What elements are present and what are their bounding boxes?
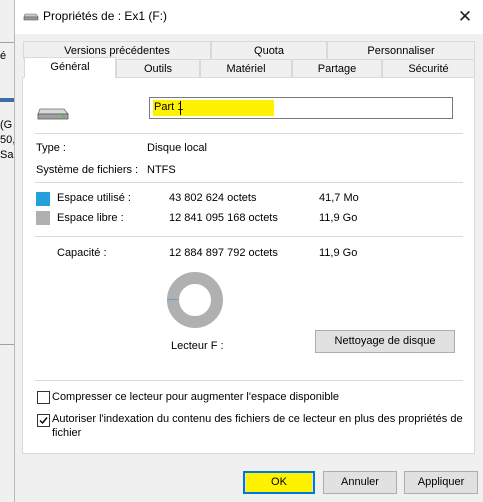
type-label: Type : bbox=[36, 142, 66, 154]
index-label-line1: Autoriser l'indexation du contenu des fi… bbox=[52, 413, 463, 425]
used-space-size: 41,7 Mo bbox=[319, 192, 359, 204]
bg-text-3: 50, bbox=[0, 134, 16, 146]
ok-button[interactable]: OK bbox=[243, 471, 315, 494]
properties-dialog: Propriétés de : Ex1 (F:) ✕ Versions préc… bbox=[14, 0, 483, 502]
title-bar: Propriétés de : Ex1 (F:) ✕ bbox=[15, 0, 483, 34]
index-checkbox[interactable] bbox=[37, 414, 50, 427]
type-value: Disque local bbox=[147, 142, 207, 154]
tab-securite[interactable]: Sécurité bbox=[382, 59, 475, 77]
filesystem-label: Système de fichiers : bbox=[36, 164, 139, 176]
cancel-button[interactable]: Annuler bbox=[323, 471, 397, 494]
free-space-swatch bbox=[36, 211, 50, 225]
tab-outils[interactable]: Outils bbox=[116, 59, 200, 77]
close-icon: ✕ bbox=[457, 7, 473, 26]
bg-title-strip bbox=[0, 98, 14, 102]
filesystem-value: NTFS bbox=[147, 164, 176, 176]
free-space-arc bbox=[167, 272, 223, 328]
separator bbox=[35, 380, 463, 381]
tab-label: Personnaliser bbox=[367, 45, 435, 57]
tab-label: Sécurité bbox=[408, 63, 449, 75]
drive-large-icon bbox=[37, 108, 69, 120]
free-space-bytes: 12 841 095 168 octets bbox=[169, 212, 278, 224]
tab-label: Matériel bbox=[226, 63, 266, 75]
close-button[interactable]: ✕ bbox=[447, 0, 483, 34]
free-space-size: 11,9 Go bbox=[319, 212, 358, 224]
tab-materiel[interactable]: Matériel bbox=[200, 59, 292, 77]
drive-icon bbox=[23, 13, 39, 21]
dialog-title: Propriétés de : Ex1 (F:) bbox=[43, 9, 168, 23]
bg-text-1: é bbox=[0, 50, 7, 62]
bg-text-2: (G bbox=[0, 119, 13, 131]
tab-label: Général bbox=[50, 61, 90, 73]
ok-label: OK bbox=[246, 473, 312, 492]
capacity-bytes: 12 884 897 792 octets bbox=[169, 247, 278, 259]
tab-general[interactable]: Général bbox=[24, 57, 116, 78]
disk-cleanup-button[interactable]: Nettoyage de disque bbox=[315, 330, 455, 353]
drive-name-value: Part 1 bbox=[154, 101, 184, 113]
used-space-swatch bbox=[36, 192, 50, 206]
tab-label: Quota bbox=[254, 45, 284, 57]
background-window: é (G 50, Sai bbox=[0, 0, 16, 502]
tab-label: Outils bbox=[143, 63, 173, 75]
tab-partage[interactable]: Partage bbox=[292, 59, 382, 77]
apply-button[interactable]: Appliquer bbox=[404, 471, 478, 494]
capacity-size: 11,9 Go bbox=[319, 247, 358, 259]
tab-personnaliser[interactable]: Personnaliser bbox=[327, 41, 475, 59]
separator bbox=[35, 236, 463, 237]
drive-name-input[interactable]: Part 1 bbox=[149, 97, 453, 119]
index-label-line2: fichier bbox=[52, 427, 82, 439]
text-caret bbox=[180, 101, 181, 115]
drive-letter-label: Lecteur F : bbox=[171, 340, 224, 352]
capacity-label: Capacité : bbox=[57, 247, 107, 259]
used-space-bytes: 43 802 624 octets bbox=[169, 192, 257, 204]
checkmark-icon bbox=[39, 417, 48, 425]
tab-label: Partage bbox=[317, 63, 357, 75]
disk-usage-ring bbox=[167, 272, 223, 328]
separator bbox=[35, 133, 463, 134]
tab-label: Versions précédentes bbox=[64, 45, 170, 57]
compress-label: Compresser ce lecteur pour augmenter l'e… bbox=[52, 391, 340, 403]
separator bbox=[35, 182, 463, 183]
general-tab-panel: Part 1 Type : Disque local Système de fi… bbox=[22, 77, 475, 454]
compress-checkbox[interactable] bbox=[37, 391, 50, 404]
used-space-label: Espace utilisé : bbox=[57, 192, 131, 204]
tab-quota[interactable]: Quota bbox=[211, 41, 327, 59]
free-space-label: Espace libre : bbox=[57, 212, 124, 224]
